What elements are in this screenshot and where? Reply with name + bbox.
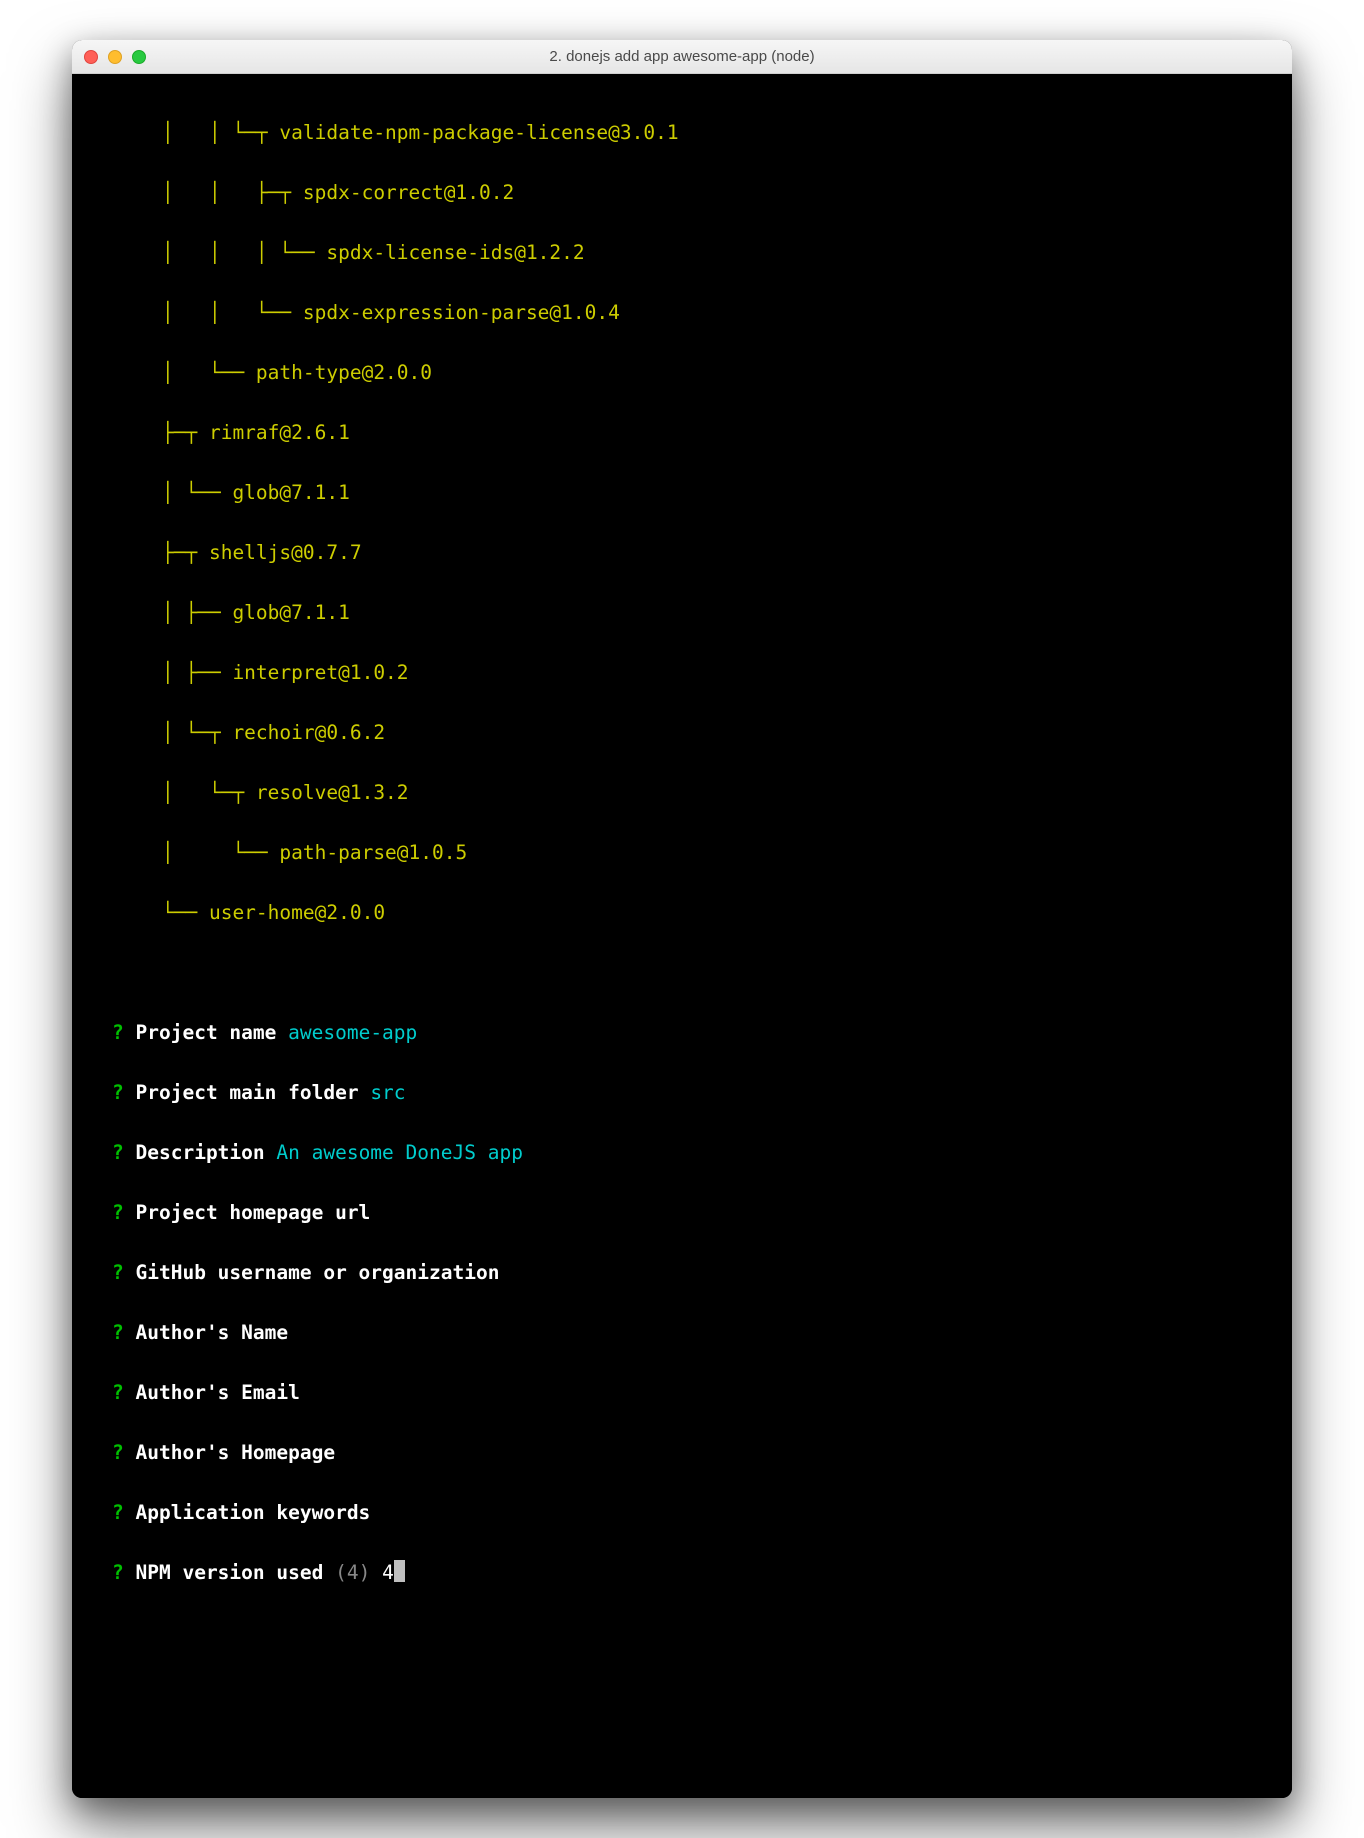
dep-tree-line: │ ├── interpret@1.0.2: [82, 658, 1282, 688]
prompt-line: ? Project main folder src: [82, 1078, 1282, 1108]
minimize-icon[interactable]: [108, 50, 122, 64]
dep-tree-line: │ │ │ └── spdx-license-ids@1.2.2: [82, 238, 1282, 268]
prompt-label: Author's Email: [136, 1381, 300, 1404]
prompt-label: Project main folder: [136, 1081, 359, 1104]
prompt-label: Project homepage url: [136, 1201, 371, 1224]
dep-tree-line: ├─┬ shelljs@0.7.7: [82, 538, 1282, 568]
terminal-window: 2. donejs add app awesome-app (node) │ │…: [72, 40, 1292, 1798]
titlebar[interactable]: 2. donejs add app awesome-app (node): [72, 40, 1292, 74]
question-icon: ?: [112, 1381, 124, 1404]
question-icon: ?: [112, 1141, 124, 1164]
dep-tree-line: │ └─┬ rechoir@0.6.2: [82, 718, 1282, 748]
question-icon: ?: [112, 1021, 124, 1044]
dep-tree-line: │ └── path-type@2.0.0: [82, 358, 1282, 388]
prompt-line: ? Description An awesome DoneJS app: [82, 1138, 1282, 1168]
dep-tree-line: │ │ └── spdx-expression-parse@1.0.4: [82, 298, 1282, 328]
prompt-answer: An awesome DoneJS app: [276, 1141, 523, 1164]
question-icon: ?: [112, 1561, 124, 1584]
cursor-icon: [394, 1560, 405, 1582]
dep-tree-line: │ └── path-parse@1.0.5: [82, 838, 1282, 868]
prompt-label: GitHub username or organization: [136, 1261, 500, 1284]
question-icon: ?: [112, 1201, 124, 1224]
question-icon: ?: [112, 1261, 124, 1284]
dep-tree-line: ├─┬ rimraf@2.6.1: [82, 418, 1282, 448]
prompt-label: NPM version used: [136, 1561, 324, 1584]
prompt-line: ? Author's Email: [82, 1378, 1282, 1408]
dep-tree-line: │ └── glob@7.1.1: [82, 478, 1282, 508]
prompt-line: ? Author's Name: [82, 1318, 1282, 1348]
blank-line: [82, 958, 1282, 988]
prompt-label: Application keywords: [136, 1501, 371, 1524]
prompt-label: Description: [136, 1141, 265, 1164]
close-icon[interactable]: [84, 50, 98, 64]
window-title: 2. donejs add app awesome-app (node): [72, 48, 1292, 65]
dep-tree-line: └── user-home@2.0.0: [82, 898, 1282, 928]
question-icon: ?: [112, 1501, 124, 1524]
prompt-line: ? Author's Homepage: [82, 1438, 1282, 1468]
prompt-line: ? Project homepage url: [82, 1198, 1282, 1228]
terminal-body[interactable]: │ │ └─┬ validate-npm-package-license@3.0…: [72, 74, 1292, 1798]
prompt-label: Author's Name: [136, 1321, 289, 1344]
prompt-line: ? GitHub username or organization: [82, 1258, 1282, 1288]
prompt-answer: awesome-app: [288, 1021, 417, 1044]
prompt-input[interactable]: 4: [382, 1561, 394, 1584]
prompt-answer: src: [370, 1081, 405, 1104]
prompt-line: ? Application keywords: [82, 1498, 1282, 1528]
prompt-hint: (4): [335, 1561, 370, 1584]
question-icon: ?: [112, 1081, 124, 1104]
question-icon: ?: [112, 1441, 124, 1464]
maximize-icon[interactable]: [132, 50, 146, 64]
dep-tree-line: │ │ ├─┬ spdx-correct@1.0.2: [82, 178, 1282, 208]
dep-tree-line: │ ├── glob@7.1.1: [82, 598, 1282, 628]
current-prompt[interactable]: ? NPM version used (4) 4: [82, 1558, 1282, 1588]
prompt-line: ? Project name awesome-app: [82, 1018, 1282, 1048]
prompt-label: Author's Homepage: [136, 1441, 336, 1464]
question-icon: ?: [112, 1321, 124, 1344]
dep-tree-line: │ │ └─┬ validate-npm-package-license@3.0…: [82, 118, 1282, 148]
dep-tree-line: │ └─┬ resolve@1.3.2: [82, 778, 1282, 808]
traffic-lights: [84, 50, 146, 64]
prompt-label: Project name: [136, 1021, 277, 1044]
